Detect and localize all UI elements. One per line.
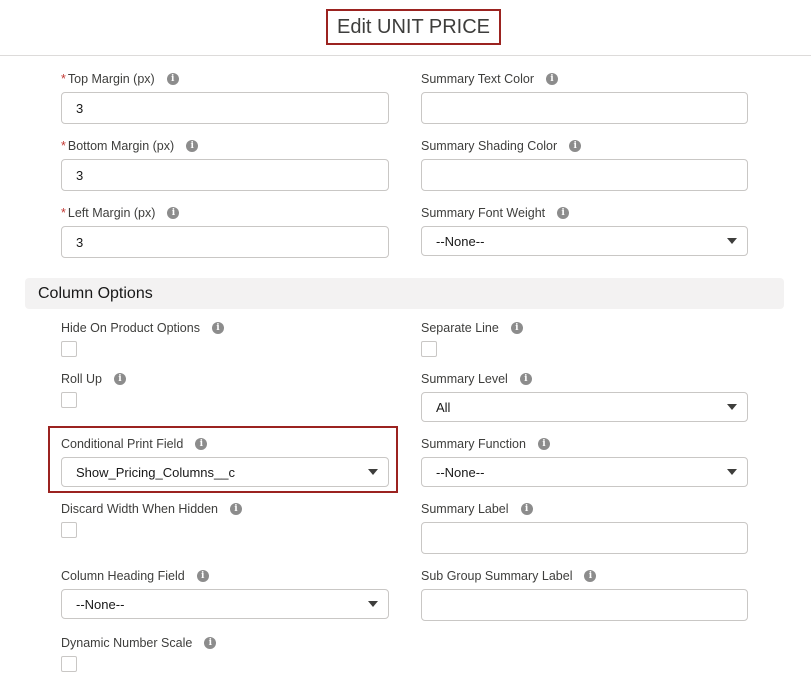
summary-text-color-input[interactable]	[421, 92, 748, 124]
column-heading-field-select[interactable]: --None--	[61, 589, 389, 619]
summary-label-label: Summary Label i	[421, 501, 533, 517]
info-icon[interactable]: i	[114, 373, 126, 385]
header-divider	[0, 55, 811, 56]
info-icon[interactable]: i	[520, 503, 533, 515]
info-icon[interactable]: i	[230, 503, 243, 515]
info-icon[interactable]: i	[546, 73, 558, 85]
info-icon[interactable]: i	[537, 438, 550, 450]
top-margin-label: * Top Margin (px) i	[61, 71, 179, 87]
required-marker: *	[61, 206, 66, 220]
info-icon[interactable]: i	[569, 140, 582, 152]
info-icon[interactable]: i	[186, 140, 199, 152]
hide-on-product-options-checkbox[interactable]	[61, 341, 77, 357]
roll-up-checkbox[interactable]	[61, 392, 77, 408]
discard-width-when-hidden-checkbox[interactable]	[61, 522, 77, 538]
summary-function-label: Summary Function i	[421, 436, 550, 452]
summary-function-select[interactable]: --None--	[421, 457, 748, 487]
chevron-down-icon	[727, 404, 737, 410]
chevron-down-icon	[727, 469, 737, 475]
separate-line-checkbox[interactable]	[421, 341, 437, 357]
left-margin-input[interactable]: 3	[61, 226, 389, 258]
info-icon[interactable]: i	[519, 373, 532, 385]
info-icon[interactable]: i	[510, 322, 523, 334]
summary-label-input[interactable]	[421, 522, 748, 554]
chevron-down-icon	[368, 601, 378, 607]
dynamic-number-scale-label: Dynamic Number Scale i	[61, 635, 217, 651]
separate-line-label: Separate Line i	[421, 320, 523, 336]
info-icon[interactable]: i	[167, 207, 180, 219]
hide-on-product-options-label: Hide On Product Options i	[61, 320, 224, 336]
summary-font-weight-select[interactable]: --None--	[421, 226, 748, 256]
required-marker: *	[61, 72, 66, 86]
roll-up-label: Roll Up i	[61, 371, 126, 387]
chevron-down-icon	[368, 469, 378, 475]
info-icon[interactable]: i	[584, 570, 597, 582]
discard-width-when-hidden-label: Discard Width When Hidden i	[61, 501, 243, 517]
left-margin-label: * Left Margin (px) i	[61, 205, 180, 221]
column-options-section-header: Column Options	[25, 278, 784, 309]
info-icon[interactable]: i	[166, 73, 179, 85]
info-icon[interactable]: i	[557, 207, 570, 219]
sub-group-summary-label-label: Sub Group Summary Label i	[421, 568, 597, 584]
summary-level-select[interactable]: All	[421, 392, 748, 422]
summary-font-weight-label: Summary Font Weight i	[421, 205, 570, 221]
sub-group-summary-label-input[interactable]	[421, 589, 748, 621]
bottom-margin-input[interactable]: 3	[61, 159, 389, 191]
info-icon[interactable]: i	[204, 637, 217, 649]
summary-text-color-label: Summary Text Color i	[421, 71, 558, 87]
summary-level-label: Summary Level i	[421, 371, 532, 387]
conditional-print-field-label: Conditional Print Field i	[61, 436, 208, 452]
chevron-down-icon	[727, 238, 737, 244]
summary-shading-color-label: Summary Shading Color i	[421, 138, 582, 154]
page-title: Edit UNIT PRICE	[326, 9, 501, 45]
top-margin-input[interactable]: 3	[61, 92, 389, 124]
column-heading-field-label: Column Heading Field i	[61, 568, 209, 584]
dynamic-number-scale-checkbox[interactable]	[61, 656, 77, 672]
info-icon[interactable]: i	[211, 322, 224, 334]
info-icon[interactable]: i	[195, 438, 208, 450]
info-icon[interactable]: i	[196, 570, 209, 582]
bottom-margin-label: * Bottom Margin (px) i	[61, 138, 199, 154]
summary-shading-color-input[interactable]	[421, 159, 748, 191]
conditional-print-field-select[interactable]: Show_Pricing_Columns__c	[61, 457, 389, 487]
required-marker: *	[61, 139, 66, 153]
